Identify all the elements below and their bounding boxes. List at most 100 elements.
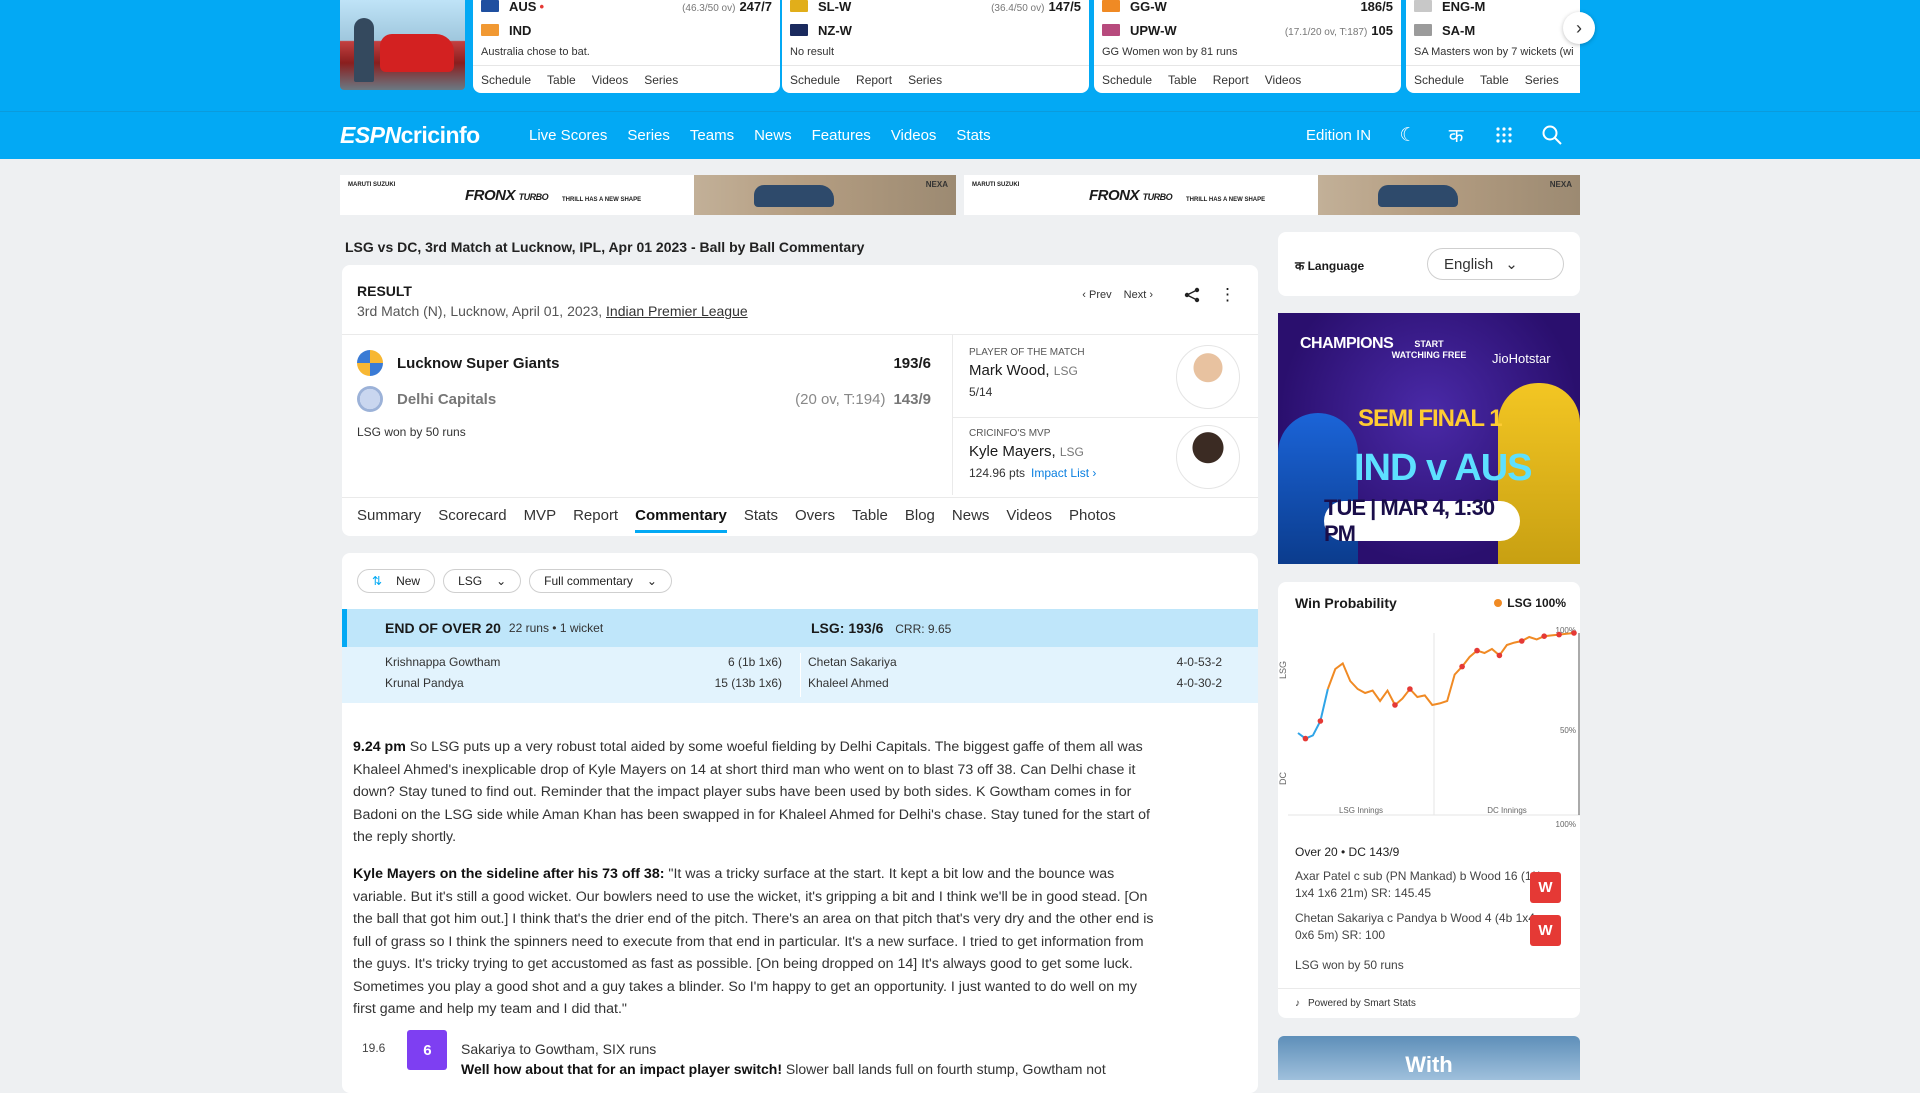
bowler-row[interactable]: Khaleel Ahmed 4-0-30-2 bbox=[808, 672, 1222, 693]
tab-scorecard[interactable]: Scorecard bbox=[438, 507, 506, 524]
match-link[interactable]: Table bbox=[547, 73, 576, 87]
match-score-card[interactable]: SL-W (36.4/50 ov) 147/5 NZ-W No result Schedu… bbox=[782, 0, 1089, 93]
match-link[interactable]: Videos bbox=[1265, 73, 1301, 87]
tab-overs[interactable]: Overs bbox=[795, 507, 835, 524]
team-score: 143/9 bbox=[893, 390, 931, 408]
bowler-row[interactable]: Chetan Sakariya 4-0-53-2 bbox=[808, 651, 1222, 672]
team-filter[interactable]: LSG ⌄ bbox=[443, 569, 522, 593]
fronx-banner-ad-right[interactable]: MARUTI SUZUKI FRONX TURBO THRILL HAS A N… bbox=[964, 175, 1580, 215]
overs: (36.4/50 ov) bbox=[991, 2, 1045, 14]
match-link[interactable]: Table bbox=[1168, 73, 1197, 87]
tab-stats[interactable]: Stats bbox=[744, 507, 778, 524]
match-link[interactable]: Report bbox=[1213, 73, 1249, 87]
match-link[interactable]: Schedule bbox=[481, 73, 531, 87]
score: 105 bbox=[1371, 22, 1393, 38]
tab-news[interactable]: News bbox=[952, 507, 990, 524]
tab-report[interactable]: Report bbox=[573, 507, 618, 524]
match-score-card[interactable]: ENG-M SA-M SA Masters won by 7 wickets (wi… bbox=[1406, 0, 1580, 93]
tab-commentary[interactable]: Commentary bbox=[635, 507, 727, 533]
match-pagination: ‹ Prev Next › bbox=[1082, 289, 1153, 301]
team-row-lsg[interactable]: Lucknow Super Giants 193/6 bbox=[357, 350, 931, 376]
impact-list-link[interactable]: Impact List › bbox=[1031, 466, 1096, 480]
match-score-card[interactable]: AUS • (46.3/50 ov) 247/7 IND Australia chose … bbox=[473, 0, 780, 93]
prev-match-link[interactable]: ‹ Prev bbox=[1082, 289, 1111, 301]
logo-espn: ESPN bbox=[340, 122, 401, 148]
match-link[interactable]: Schedule bbox=[1102, 73, 1152, 87]
win-probability-chart[interactable]: 100%50%100%LSGDCLSG Innings DC Innings bbox=[1278, 625, 1580, 830]
promo-champions: CHAMPIONS bbox=[1300, 335, 1394, 352]
share-icon[interactable] bbox=[1184, 287, 1200, 308]
match-link[interactable]: Report bbox=[856, 73, 892, 87]
wicket-marker bbox=[1407, 686, 1413, 692]
win-prob-result: LSG won by 50 runs bbox=[1295, 958, 1404, 972]
chevron-right-icon: › bbox=[1576, 17, 1582, 38]
match-link[interactable]: Series bbox=[644, 73, 678, 87]
series-link[interactable]: Indian Premier League bbox=[606, 303, 748, 319]
mvp-name: Kyle Mayers bbox=[969, 443, 1052, 460]
smart-stats-footer: ♪ Powered by Smart Stats bbox=[1278, 988, 1580, 1018]
tab-blog[interactable]: Blog bbox=[905, 507, 935, 524]
ticker-next-button[interactable]: › bbox=[1563, 12, 1595, 44]
apps-grid-icon[interactable] bbox=[1493, 124, 1515, 146]
batter-row[interactable]: Krishnappa Gowtham 6 (1b 1x6) bbox=[385, 651, 782, 672]
wicket-marker bbox=[1392, 702, 1398, 708]
bottom-sidebar-ad[interactable]: With bbox=[1278, 1036, 1580, 1080]
team-row: SL-W (36.4/50 ov) 147/5 bbox=[790, 0, 1081, 16]
search-icon[interactable] bbox=[1541, 124, 1563, 146]
banner-left-panel: MARUTI SUZUKI FRONX TURBO THRILL HAS A N… bbox=[340, 175, 694, 215]
edition-selector[interactable]: Edition IN bbox=[1306, 127, 1371, 144]
nav-link-stats[interactable]: Stats bbox=[956, 127, 990, 144]
nav-link-news[interactable]: News bbox=[754, 127, 792, 144]
wicket-marker bbox=[1556, 631, 1562, 638]
espncricinfo-logo[interactable]: ESPNcricinfo bbox=[340, 122, 480, 149]
match-link[interactable]: Schedule bbox=[1414, 73, 1464, 87]
match-link[interactable]: Series bbox=[908, 73, 942, 87]
tab-summary[interactable]: Summary bbox=[357, 507, 421, 524]
ball-number: 19.6 bbox=[362, 1041, 386, 1055]
next-match-link[interactable]: Next › bbox=[1124, 289, 1153, 301]
tab-photos[interactable]: Photos bbox=[1069, 507, 1116, 524]
ad-person bbox=[354, 18, 374, 82]
sort-new-filter[interactable]: ⇅ New bbox=[357, 569, 436, 593]
language-select[interactable]: English ⌄ bbox=[1427, 248, 1564, 280]
match-status: GG Women won by 81 runs bbox=[1102, 46, 1238, 58]
batter-stat: 15 (13b 1x6) bbox=[714, 675, 782, 690]
wicket-marker bbox=[1571, 630, 1577, 636]
tab-table[interactable]: Table bbox=[852, 507, 888, 524]
team-row-dc[interactable]: Delhi Capitals (20 ov, T:194) 143/9 bbox=[357, 386, 931, 412]
match-link[interactable]: Series bbox=[1525, 73, 1559, 87]
batter-row[interactable]: Krunal Pandya 15 (13b 1x6) bbox=[385, 672, 782, 693]
wicket-event: Axar Patel c sub (PN Mankad) b Wood 16 (… bbox=[1295, 869, 1545, 900]
match-link[interactable]: Videos bbox=[592, 73, 628, 87]
hindi-language-icon[interactable]: क bbox=[1445, 124, 1467, 147]
nav-link-series[interactable]: Series bbox=[627, 127, 670, 144]
score: 186/5 bbox=[1360, 0, 1393, 14]
fronx-banner-ad-left[interactable]: MARUTI SUZUKI FRONX TURBO THRILL HAS A N… bbox=[340, 175, 956, 215]
nav-link-teams[interactable]: Teams bbox=[690, 127, 734, 144]
filter-label: New bbox=[396, 574, 421, 588]
cricinfo-mvp[interactable]: CRICINFO'S MVP Kyle Mayers, LSG 124.96 p… bbox=[969, 428, 1096, 480]
nav-link-features[interactable]: Features bbox=[812, 127, 871, 144]
banner-tagline: THRILL HAS A NEW SHAPE bbox=[1186, 197, 1266, 203]
ticker-ad-thumbnail[interactable] bbox=[340, 0, 465, 90]
commentary-type-filter[interactable]: Full commentary ⌄ bbox=[529, 569, 672, 593]
promo-matchup: IND v AUS bbox=[1354, 447, 1533, 489]
team-abbr: AUS bbox=[509, 0, 537, 14]
moon-icon[interactable]: ☾ bbox=[1397, 124, 1419, 146]
match-link[interactable]: Schedule bbox=[790, 73, 840, 87]
more-options-icon[interactable]: ⋮ bbox=[1219, 285, 1236, 305]
dc-logo-icon bbox=[357, 386, 383, 412]
nav-link-live-scores[interactable]: Live Scores bbox=[529, 127, 607, 144]
match-links: Schedule Report Series bbox=[782, 65, 1089, 93]
team-abbr: ENG-M bbox=[1442, 0, 1486, 14]
team-abbr: UPW-W bbox=[1130, 22, 1177, 38]
tab-videos[interactable]: Videos bbox=[1006, 507, 1052, 524]
nav-link-videos[interactable]: Videos bbox=[891, 127, 937, 144]
footer-label: Powered by Smart Stats bbox=[1308, 998, 1416, 1009]
tab-mvp[interactable]: MVP bbox=[524, 507, 557, 524]
champions-trophy-promo[interactable]: CHAMPIONS START WATCHING FREE JioHotstar… bbox=[1278, 313, 1580, 564]
match-score-card[interactable]: GG-W 186/5 UPW-W (17.1/20 ov, T:187) 105 GG W… bbox=[1094, 0, 1401, 93]
match-link[interactable]: Table bbox=[1480, 73, 1509, 87]
over-title: END OF OVER 20 bbox=[385, 620, 501, 636]
player-of-match[interactable]: PLAYER OF THE MATCH Mark Wood, LSG 5/14 bbox=[969, 347, 1085, 399]
